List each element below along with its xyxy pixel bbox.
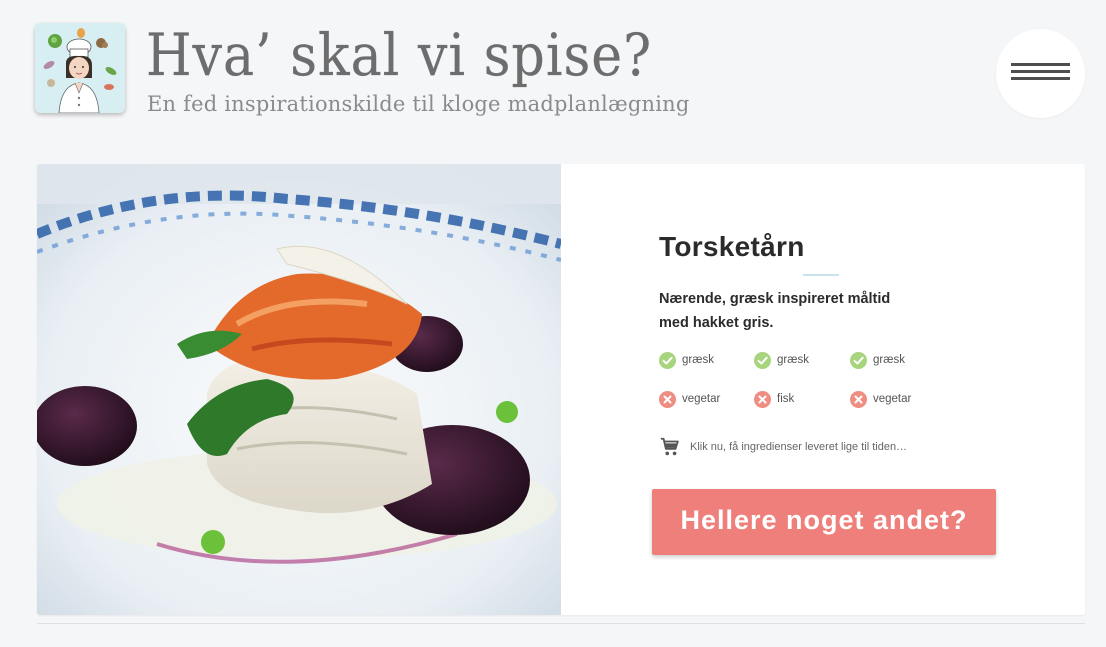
tag-label: græsk [873, 354, 905, 366]
chef-with-vegetables-icon [35, 23, 125, 113]
tag-label: græsk [777, 354, 809, 366]
dish-photo [37, 164, 561, 615]
check-icon [754, 351, 771, 369]
cross-icon [850, 390, 867, 408]
site-subtitle: En fed inspirationskilde til kloge madpl… [147, 92, 690, 116]
site-title: Hva’ skal vi spise? [146, 21, 653, 89]
tag-label: vegetar [682, 393, 721, 405]
tag-item: græsk [754, 351, 809, 369]
order-ingredients-link[interactable]: Klik nu, få ingredienser leveret lige ti… [690, 441, 907, 453]
tag-label: vegetar [873, 393, 912, 405]
check-icon [850, 351, 867, 369]
tag-item: vegetar [659, 390, 720, 408]
chef-logo-icon[interactable] [35, 23, 125, 113]
cross-icon [659, 390, 676, 408]
check-icon [659, 351, 676, 369]
cross-icon [754, 390, 771, 408]
tag-item: græsk [850, 351, 905, 369]
recipe-card: Torsketårn Nærende, græsk inspireret mål… [37, 164, 1085, 615]
recipe-description: Nærende, græsk inspireret måltid med hak… [659, 291, 891, 331]
footer-divider [37, 623, 1085, 624]
recipe-title: Torsketårn [659, 231, 805, 262]
title-divider [803, 274, 839, 276]
something-else-button[interactable]: Hellere noget andet? [652, 489, 996, 555]
tag-item: fisk [754, 390, 794, 408]
shopping-cart-icon[interactable] [659, 436, 681, 458]
tag-label: fisk [777, 393, 795, 405]
tag-item: græsk [659, 351, 714, 369]
tag-label: græsk [682, 354, 714, 366]
tag-item: vegetar [850, 390, 911, 408]
menu-button[interactable] [996, 29, 1085, 118]
